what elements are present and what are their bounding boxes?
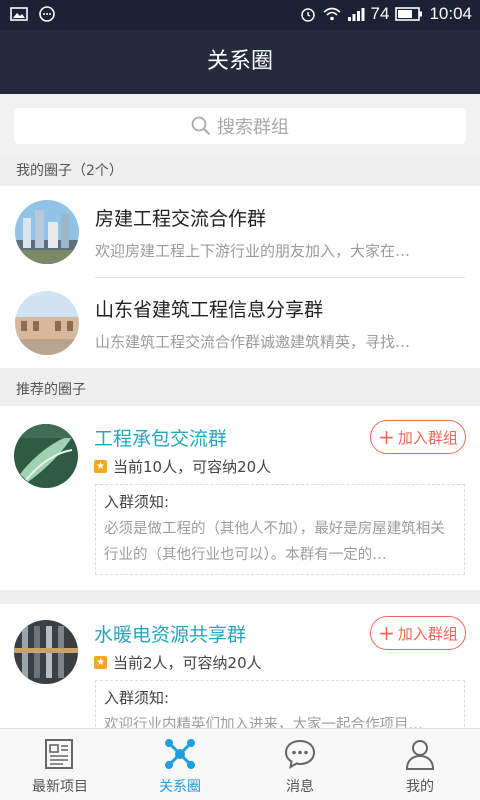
- member-count-text: 当前2人，可容纳20人: [113, 654, 262, 672]
- tab-label: 最新项目: [32, 779, 88, 795]
- notice-text: 欢迎行业内精英们加入进来，大家一起合作项目…: [104, 717, 423, 728]
- group-description: 山东建筑工程交流合作群诚邀建筑精英，寻找…: [95, 333, 411, 351]
- search-icon: [191, 116, 211, 136]
- group-name: 房建工程交流合作群: [95, 208, 267, 230]
- join-notice: 入群须知: 必须是做工程的（其他人不加），最好是房屋建筑相关行业的（其他行业也可…: [95, 484, 465, 575]
- person-icon: [405, 740, 435, 770]
- group-avatar: [14, 424, 78, 488]
- wifi-icon: [323, 7, 341, 21]
- my-groups-list: 房建工程交流合作群 欢迎房建工程上下游行业的朋友加入，大家在… 山东省建筑工程信…: [0, 186, 480, 368]
- chat-notification-icon: [39, 6, 55, 22]
- group-avatar: [15, 200, 79, 264]
- notice-title: 入群须知:: [104, 689, 170, 707]
- tab-label: 我的: [406, 779, 434, 795]
- search-area: 搜索群组: [0, 94, 480, 156]
- alarm-icon: [300, 8, 315, 22]
- group-item[interactable]: 山东省建筑工程信息分享群 山东建筑工程交流合作群诚邀建筑精英，寻找…: [0, 277, 480, 368]
- join-group-label: 加入群组: [397, 428, 458, 447]
- image-notification-icon: [10, 7, 28, 21]
- group-avatar: [14, 620, 78, 684]
- search-input[interactable]: 搜索群组: [14, 108, 466, 144]
- star-badge-icon: ★: [94, 460, 107, 473]
- tab-label: 消息: [286, 779, 314, 795]
- my-groups-header: 我的圈子（2个）: [0, 156, 480, 186]
- star-badge-icon: ★: [94, 656, 107, 669]
- group-description: 欢迎房建工程上下游行业的朋友加入，大家在…: [95, 242, 411, 260]
- bottom-tab-bar: 最新项目 关系圈 消息 我的: [0, 728, 480, 800]
- notice-title: 入群须知:: [104, 493, 170, 511]
- member-count: ★ 当前10人，可容纳20人: [94, 456, 271, 477]
- join-notice: 入群须知: 欢迎行业内精英们加入进来，大家一起合作项目…: [95, 680, 465, 728]
- page-title: 关系圈: [0, 30, 480, 94]
- recommended-group-card[interactable]: 工程承包交流群 ★ 当前10人，可容纳20人 + 加入群组 入群须知: 必须是做…: [0, 406, 480, 590]
- newspaper-icon: [45, 739, 73, 769]
- group-name: 山东省建筑工程信息分享群: [95, 299, 324, 321]
- group-name: 工程承包交流群: [94, 428, 228, 450]
- join-group-label: 加入群组: [397, 624, 458, 643]
- recommended-group-card[interactable]: 水暖电资源共享群 ★ 当前2人，可容纳20人 + 加入群组 入群须知: 欢迎行业…: [0, 604, 480, 728]
- member-count-text: 当前10人，可容纳20人: [113, 458, 272, 476]
- battery-level: 74: [370, 4, 390, 23]
- join-group-button[interactable]: + 加入群组: [370, 420, 466, 454]
- signal-icon: [347, 8, 365, 21]
- recommended-header: 推荐的圈子: [0, 368, 480, 406]
- tab-messages[interactable]: 消息: [240, 729, 360, 800]
- group-avatar: [15, 291, 79, 355]
- group-item[interactable]: 房建工程交流合作群 欢迎房建工程上下游行业的朋友加入，大家在…: [0, 186, 480, 277]
- plus-icon: +: [378, 425, 395, 449]
- notice-text: 必须是做工程的（其他人不加），最好是房屋建筑相关行业的（其他行业也可以）。本群有…: [104, 521, 445, 563]
- network-icon: [165, 739, 195, 769]
- tab-latest-projects[interactable]: 最新项目: [0, 729, 120, 800]
- battery-icon: [395, 7, 423, 21]
- tab-label: 关系圈: [159, 779, 201, 795]
- tab-mine[interactable]: 我的: [360, 729, 480, 800]
- member-count: ★ 当前2人，可容纳20人: [94, 652, 262, 673]
- search-placeholder: 搜索群组: [217, 117, 289, 138]
- plus-icon: +: [378, 621, 395, 645]
- status-bar: 74 10:04: [0, 0, 480, 30]
- join-group-button[interactable]: + 加入群组: [370, 616, 466, 650]
- chat-icon: [284, 739, 316, 769]
- clock: 10:04: [429, 4, 472, 23]
- group-name: 水暖电资源共享群: [94, 624, 247, 646]
- tab-circles[interactable]: 关系圈: [120, 729, 240, 800]
